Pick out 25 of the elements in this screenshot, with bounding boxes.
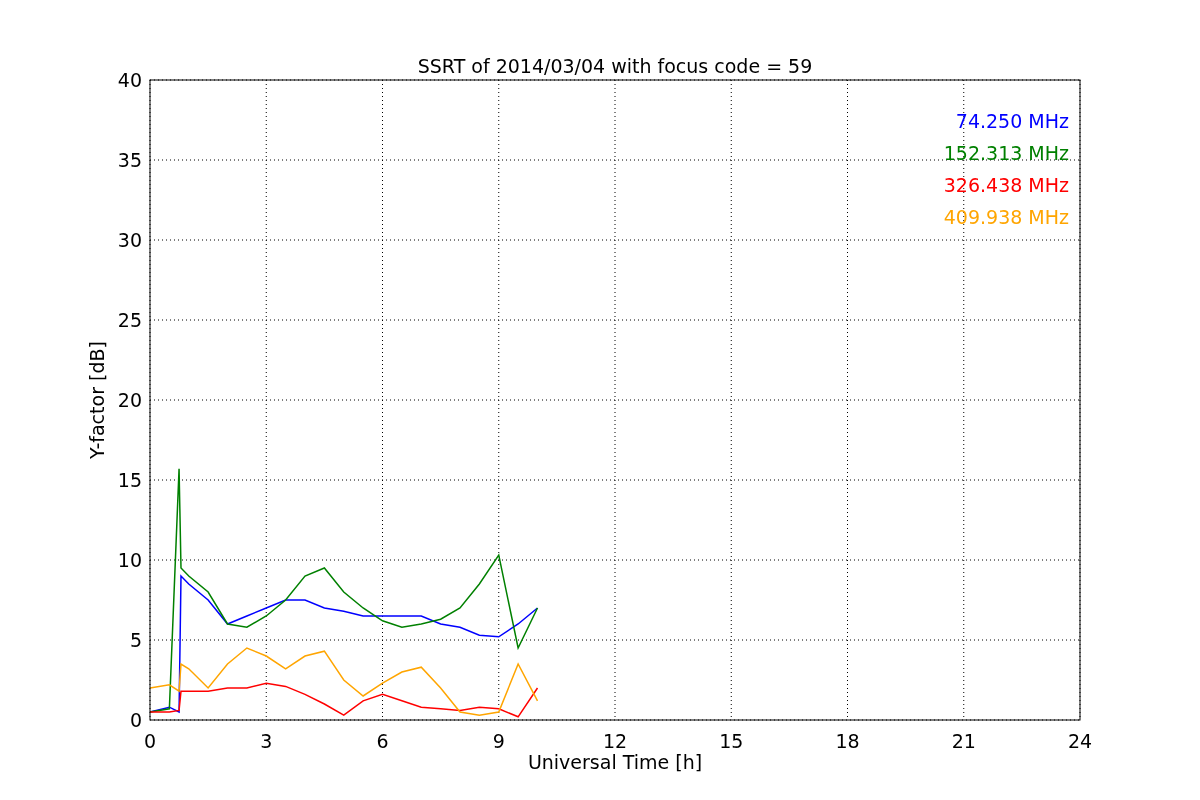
x-axis-label: Universal Time [h] — [527, 751, 703, 773]
x-tick-label: 0 — [143, 730, 157, 752]
legend-label: 152.313 MHz — [943, 142, 1069, 164]
y-tick-label: 15 — [117, 469, 142, 491]
x-tick-label: 3 — [260, 730, 273, 752]
y-axis-label: Y-factor [dB] — [86, 341, 108, 459]
chart-title: SSRT of 2014/03/04 with focus code = 59 — [417, 55, 813, 77]
x-tick-label: 12 — [602, 730, 628, 752]
x-tick-label: 18 — [835, 730, 860, 752]
x-tick-label: 9 — [492, 730, 505, 752]
x-tick-label: 24 — [1067, 730, 1093, 752]
y-tick-label: 30 — [117, 229, 142, 251]
y-tick-label: 40 — [117, 69, 142, 91]
y-tick-label: 10 — [117, 549, 142, 571]
x-tick-label: 6 — [376, 730, 389, 752]
legend-label: 409.938 MHz — [943, 206, 1069, 228]
y-tick-label: 35 — [117, 149, 142, 171]
x-tick-label: 15 — [719, 730, 744, 752]
y-tick-label: 20 — [117, 389, 142, 411]
y-tick-label: 25 — [117, 309, 142, 331]
y-tick-label: 5 — [129, 629, 142, 651]
x-tick-label: 21 — [951, 730, 976, 752]
legend-label: 326.438 MHz — [943, 174, 1069, 196]
legend-label: 74.250 MHz — [955, 110, 1069, 132]
y-tick-label: 0 — [129, 709, 142, 731]
